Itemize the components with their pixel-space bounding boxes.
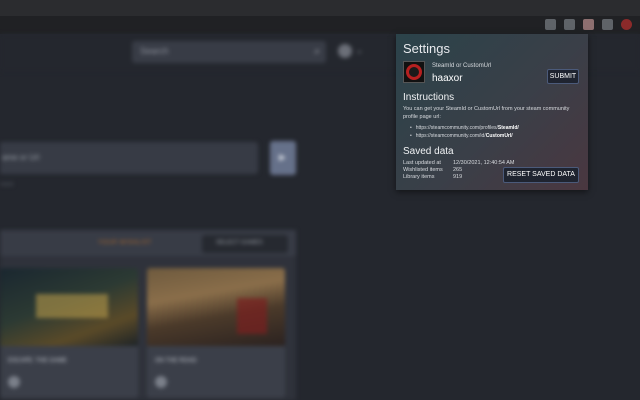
game-card[interactable]: ESCAPE: THE GAME (0, 268, 138, 398)
saved-data-value: 919 (453, 174, 463, 180)
instructions-heading: Instructions (403, 92, 455, 103)
url-suffix: / (511, 133, 513, 139)
profile-url-list: https://steamcommunity.com/profiles/Stea… (410, 124, 519, 140)
saved-data-heading: Saved data (403, 146, 454, 157)
extensions-area (545, 19, 632, 30)
game-title: ESCAPE: THE GAME (8, 358, 67, 364)
game-logo (36, 294, 108, 318)
reset-saved-data-button[interactable]: RESET SAVED DATA (503, 167, 579, 183)
url-suffix: / (517, 125, 519, 131)
settings-title: Settings (403, 41, 450, 56)
profile-icon[interactable] (621, 19, 632, 30)
game-title: ON THE ROAD (155, 358, 197, 364)
game-logo (237, 298, 267, 334)
arrow-icon: ▶ (279, 152, 286, 162)
url-example: https://steamcommunity.com/id/CustomUrl/ (410, 132, 519, 140)
saved-data-row: Wishlisted items 265 (403, 167, 514, 174)
extension-icon[interactable] (564, 19, 575, 30)
submit-button[interactable]: SUBMIT (547, 69, 579, 84)
chevron-down-icon[interactable]: ⌄ (356, 46, 363, 55)
browser-toolbar (0, 0, 640, 34)
steamid-label: SteamId or CustomUrl (432, 63, 492, 69)
saved-data-key: Wishlisted items (403, 167, 443, 173)
instructions-text: You can get your SteamId or CustomUrl fr… (403, 106, 570, 120)
search-placeholder: Search (140, 46, 169, 56)
puzzle-icon[interactable] (545, 19, 556, 30)
saved-data-row: Last updated at 12/30/2021, 12:40:54 AM (403, 160, 514, 167)
form-submit-button[interactable]: ▶ (270, 141, 296, 175)
form-field-text: ame or Url (2, 153, 40, 162)
search-input[interactable]: Search ⌕ (132, 41, 326, 63)
avatar-icon (406, 64, 422, 80)
select-games-button[interactable]: SELECT GAMES (202, 235, 288, 253)
steam-extension-icon[interactable] (602, 19, 613, 30)
saved-data-table: Last updated at 12/30/2021, 12:40:54 AM … (403, 160, 514, 181)
avatar[interactable] (338, 44, 352, 58)
platform-icon (8, 376, 20, 388)
url-placeholder: SteamId (497, 125, 518, 131)
tab-strip (0, 0, 640, 16)
url-prefix: https://steamcommunity.com/profiles/ (415, 125, 498, 131)
url-placeholder: CustomUrl (485, 133, 512, 139)
saved-data-key: Library items (403, 174, 435, 180)
settings-popup: Settings SteamId or CustomUrl SUBMIT Ins… (396, 34, 588, 190)
helper-text: ment (0, 182, 14, 188)
saved-data-value: 265 (453, 167, 463, 173)
search-icon[interactable]: ⌕ (314, 46, 320, 57)
steamid-input[interactable] (430, 70, 540, 86)
wishlist-link[interactable]: YOUR WISHLIST (98, 240, 152, 246)
saved-data-value: 12/30/2021, 12:40:54 AM (453, 160, 515, 166)
steam-avatar (403, 61, 425, 83)
saved-data-row: Library items 919 (403, 174, 514, 181)
url-example: https://steamcommunity.com/profiles/Stea… (410, 124, 519, 132)
select-games-label: SELECT GAMES (216, 240, 263, 246)
extension-icon[interactable] (583, 19, 594, 30)
steamid-form-field[interactable]: ame or Url (0, 142, 258, 174)
url-prefix: https://steamcommunity.com/id/ (415, 133, 486, 139)
saved-data-key: Last updated at (403, 160, 441, 166)
game-card[interactable]: ON THE ROAD (147, 268, 285, 398)
platform-icon (155, 376, 167, 388)
